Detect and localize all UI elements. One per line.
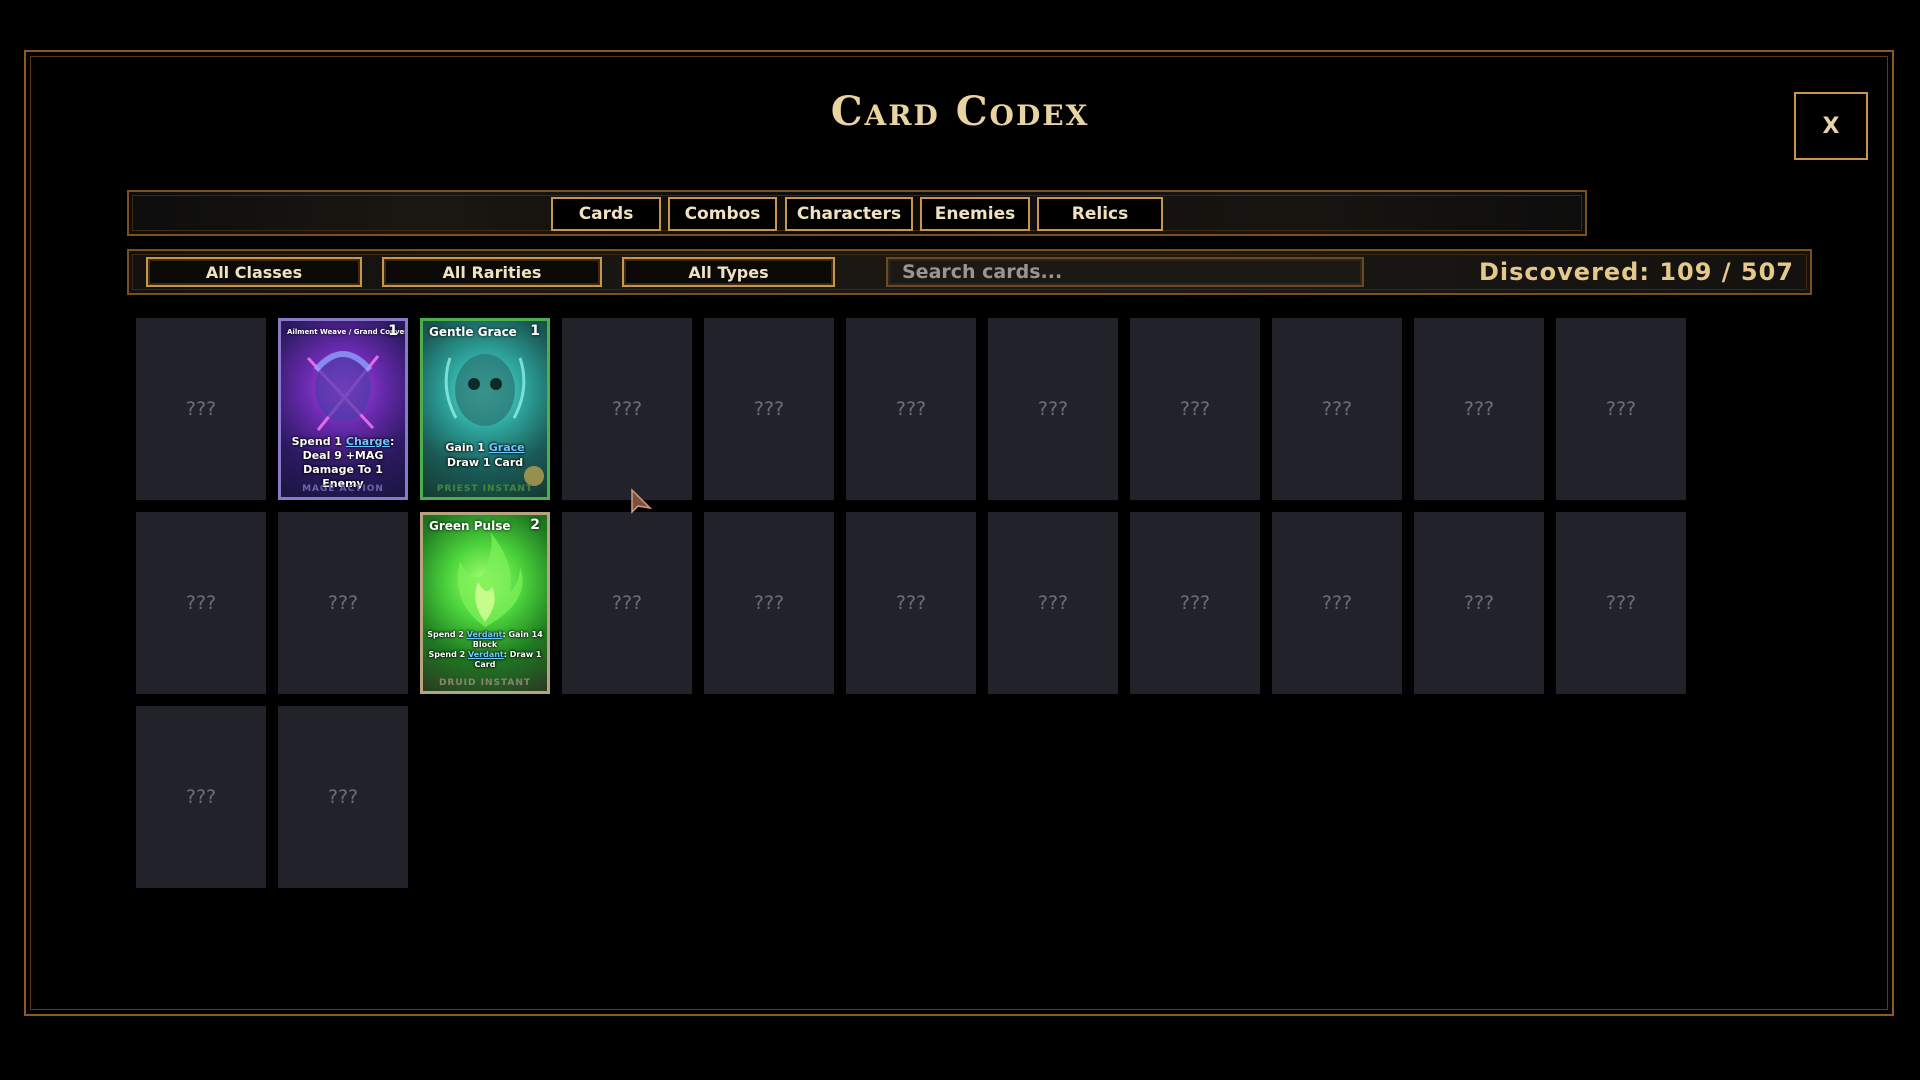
rarity-filter-dropdown[interactable]: All Rarities <box>382 257 602 287</box>
locked-card-slot[interactable]: ??? <box>846 318 976 500</box>
locked-card-slot[interactable]: ??? <box>1556 512 1686 694</box>
card-class-type: DRUID INSTANT <box>438 678 532 688</box>
card-art-priest <box>444 354 544 486</box>
locked-card-slot[interactable]: ??? <box>704 318 834 500</box>
class-filter-dropdown[interactable]: All Classes <box>146 257 362 287</box>
type-filter-dropdown[interactable]: All Types <box>622 257 835 287</box>
tab-cards[interactable]: Cards <box>551 197 661 231</box>
locked-card-slot[interactable]: ??? <box>988 512 1118 694</box>
tab-combos[interactable]: Combos <box>668 197 777 231</box>
locked-card-slot[interactable]: ??? <box>562 512 692 694</box>
card-description: Spend 1 Charge: Deal 9 +MAG Damage To 1 … <box>291 435 395 490</box>
card-name: Gentle Grace <box>429 325 517 339</box>
card-class-type: PRIEST INSTANT <box>436 484 534 494</box>
tab-relics[interactable]: Relics <box>1037 197 1163 231</box>
card-name: Green Pulse <box>429 519 511 533</box>
card-ailment-weave[interactable]: Ailment Weave / Grand Convergence... 1 S… <box>278 318 408 500</box>
discovered-counter: Discovered: 109 / 507 <box>1479 258 1794 286</box>
search-input[interactable]: Search cards... <box>886 257 1364 287</box>
locked-card-slot[interactable]: ??? <box>1272 318 1402 500</box>
card-description: Spend 2 Verdant: Gain 14 Block Spend 2 V… <box>427 630 543 669</box>
locked-card-slot[interactable]: ??? <box>562 318 692 500</box>
locked-card-slot[interactable]: ??? <box>278 706 408 888</box>
locked-card-slot[interactable]: ??? <box>136 512 266 694</box>
locked-card-slot[interactable]: ??? <box>1556 318 1686 500</box>
locked-card-slot[interactable]: ??? <box>704 512 834 694</box>
card-green-pulse[interactable]: Green Pulse 2 Spend 2 Verdant: Gain 14 B… <box>420 512 550 694</box>
locked-card-slot[interactable]: ??? <box>1130 318 1260 500</box>
card-cost: 1 <box>388 323 398 339</box>
locked-card-slot[interactable]: ??? <box>988 318 1118 500</box>
page-title: Card Codex <box>830 88 1090 135</box>
card-cost: 1 <box>530 323 540 339</box>
locked-card-slot[interactable]: ??? <box>136 318 266 500</box>
locked-card-slot[interactable]: ??? <box>846 512 976 694</box>
locked-card-slot[interactable]: ??? <box>278 512 408 694</box>
card-gentle-grace[interactable]: Gentle Grace 1 Gain 1 Grace Draw 1 Card … <box>420 318 550 500</box>
tab-enemies[interactable]: Enemies <box>920 197 1030 231</box>
tab-characters[interactable]: Characters <box>785 197 913 231</box>
card-description: Gain 1 Grace Draw 1 Card <box>445 441 525 469</box>
card-cost: 2 <box>530 517 540 533</box>
locked-card-slot[interactable]: ??? <box>1414 318 1544 500</box>
close-button[interactable]: X <box>1794 92 1868 160</box>
locked-card-slot[interactable]: ??? <box>1130 512 1260 694</box>
locked-card-slot[interactable]: ??? <box>136 706 266 888</box>
locked-card-slot[interactable]: ??? <box>1272 512 1402 694</box>
locked-card-slot[interactable]: ??? <box>1414 512 1544 694</box>
card-class-type: MAGE ACTION <box>302 484 384 494</box>
mouse-cursor-icon <box>631 488 653 514</box>
